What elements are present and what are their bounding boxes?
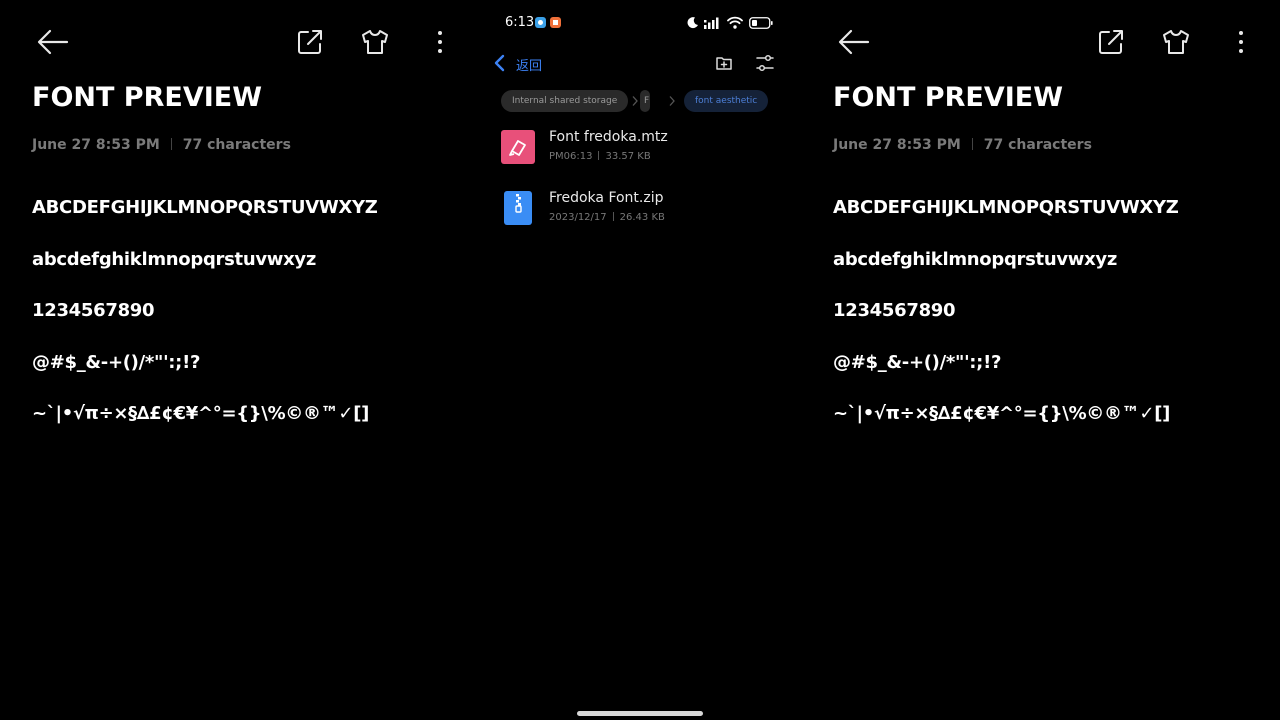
file-name: Font fredoka.mtz (549, 129, 668, 145)
meta-divider (170, 138, 172, 150)
back-arrow-icon[interactable] (36, 28, 70, 56)
file-size: 26.43 KB (619, 212, 665, 223)
sample-lowercase: abcdefghiklmnopqrstuvwxyz (833, 249, 1118, 270)
zip-file-icon (501, 191, 535, 225)
file-time: PM06:13 (549, 151, 593, 162)
meta-divider (598, 151, 600, 160)
chevron-right-icon (668, 95, 676, 107)
back-arrow-icon[interactable] (837, 28, 871, 56)
more-vertical-icon[interactable] (1231, 28, 1251, 56)
sample-uppercase: ABCDEFGHIJKLMNOPQRSTUVWXYZ (32, 197, 378, 218)
file-manager-screen: 6:13 返回 Internal shared storage F font a… (485, 0, 785, 720)
breadcrumb: Internal shared storage F font aesthetic (501, 90, 781, 112)
share-icon[interactable] (1097, 28, 1125, 56)
battery-icon (749, 17, 773, 29)
wifi-icon (727, 16, 743, 29)
meta-divider (971, 138, 973, 150)
preview-meta: June 27 8:53 PM 77 characters (833, 137, 1092, 153)
file-meta: 2023/12/17 26.43 KB (549, 212, 665, 223)
chevron-left-icon[interactable] (493, 54, 507, 72)
file-date: 2023/12/17 (549, 212, 607, 223)
file-list-item[interactable]: Fredoka Font.zip 2023/12/17 26.43 KB (501, 189, 771, 229)
sample-punctuation: @#$_&-+()/*"':;!? (833, 352, 1002, 373)
filter-settings-icon[interactable] (756, 53, 774, 73)
status-time: 6:13 (505, 15, 535, 30)
file-name: Fredoka Font.zip (549, 190, 664, 206)
chevron-right-icon (631, 95, 639, 107)
file-meta: PM06:13 33.57 KB (549, 151, 651, 162)
file-size: 33.57 KB (605, 151, 651, 162)
sample-lowercase: abcdefghiklmnopqrstuvwxyz (32, 249, 317, 270)
page-title: FONT PREVIEW (32, 82, 263, 113)
new-folder-icon[interactable] (715, 54, 733, 72)
sample-digits: 1234567890 (833, 300, 956, 321)
preview-character-count: 77 characters (983, 137, 1092, 153)
app-notification-icon (550, 17, 561, 28)
share-icon[interactable] (296, 28, 324, 56)
preview-date: June 27 8:53 PM (833, 137, 961, 153)
signal-icon (704, 17, 722, 29)
breadcrumb-item-current[interactable]: font aesthetic (684, 90, 769, 112)
breadcrumb-item[interactable]: F (640, 90, 650, 112)
preview-meta: June 27 8:53 PM 77 characters (32, 137, 291, 153)
preview-character-count: 77 characters (182, 137, 291, 153)
t-shirt-icon[interactable] (360, 28, 390, 56)
sample-symbols: ~`|•√π÷×§∆£¢€¥^°={}\%©®™✓[] (833, 403, 1171, 424)
preview-date: June 27 8:53 PM (32, 137, 160, 153)
font-preview-pane-right: FONT PREVIEW June 27 8:53 PM 77 character… (801, 0, 1243, 720)
breadcrumb-item[interactable]: Internal shared storage (501, 90, 629, 112)
sample-punctuation: @#$_&-+()/*"':;!? (32, 352, 201, 373)
back-button-label[interactable]: 返回 (516, 55, 542, 74)
theme-file-icon (501, 130, 535, 164)
page-title: FONT PREVIEW (833, 82, 1064, 113)
more-vertical-icon[interactable] (430, 28, 450, 56)
app-notification-icon (535, 17, 546, 28)
t-shirt-icon[interactable] (1161, 28, 1191, 56)
font-preview-pane-left: FONT PREVIEW June 27 8:53 PM 77 character… (0, 0, 442, 720)
sample-digits: 1234567890 (32, 300, 155, 321)
meta-divider (612, 212, 614, 221)
sample-symbols: ~`|•√π÷×§∆£¢€¥^°={}\%©®™✓[] (32, 403, 370, 424)
sample-uppercase: ABCDEFGHIJKLMNOPQRSTUVWXYZ (833, 197, 1179, 218)
moon-icon (686, 16, 699, 29)
home-indicator[interactable] (577, 711, 703, 716)
file-list-item[interactable]: Font fredoka.mtz PM06:13 33.57 KB (501, 128, 771, 168)
